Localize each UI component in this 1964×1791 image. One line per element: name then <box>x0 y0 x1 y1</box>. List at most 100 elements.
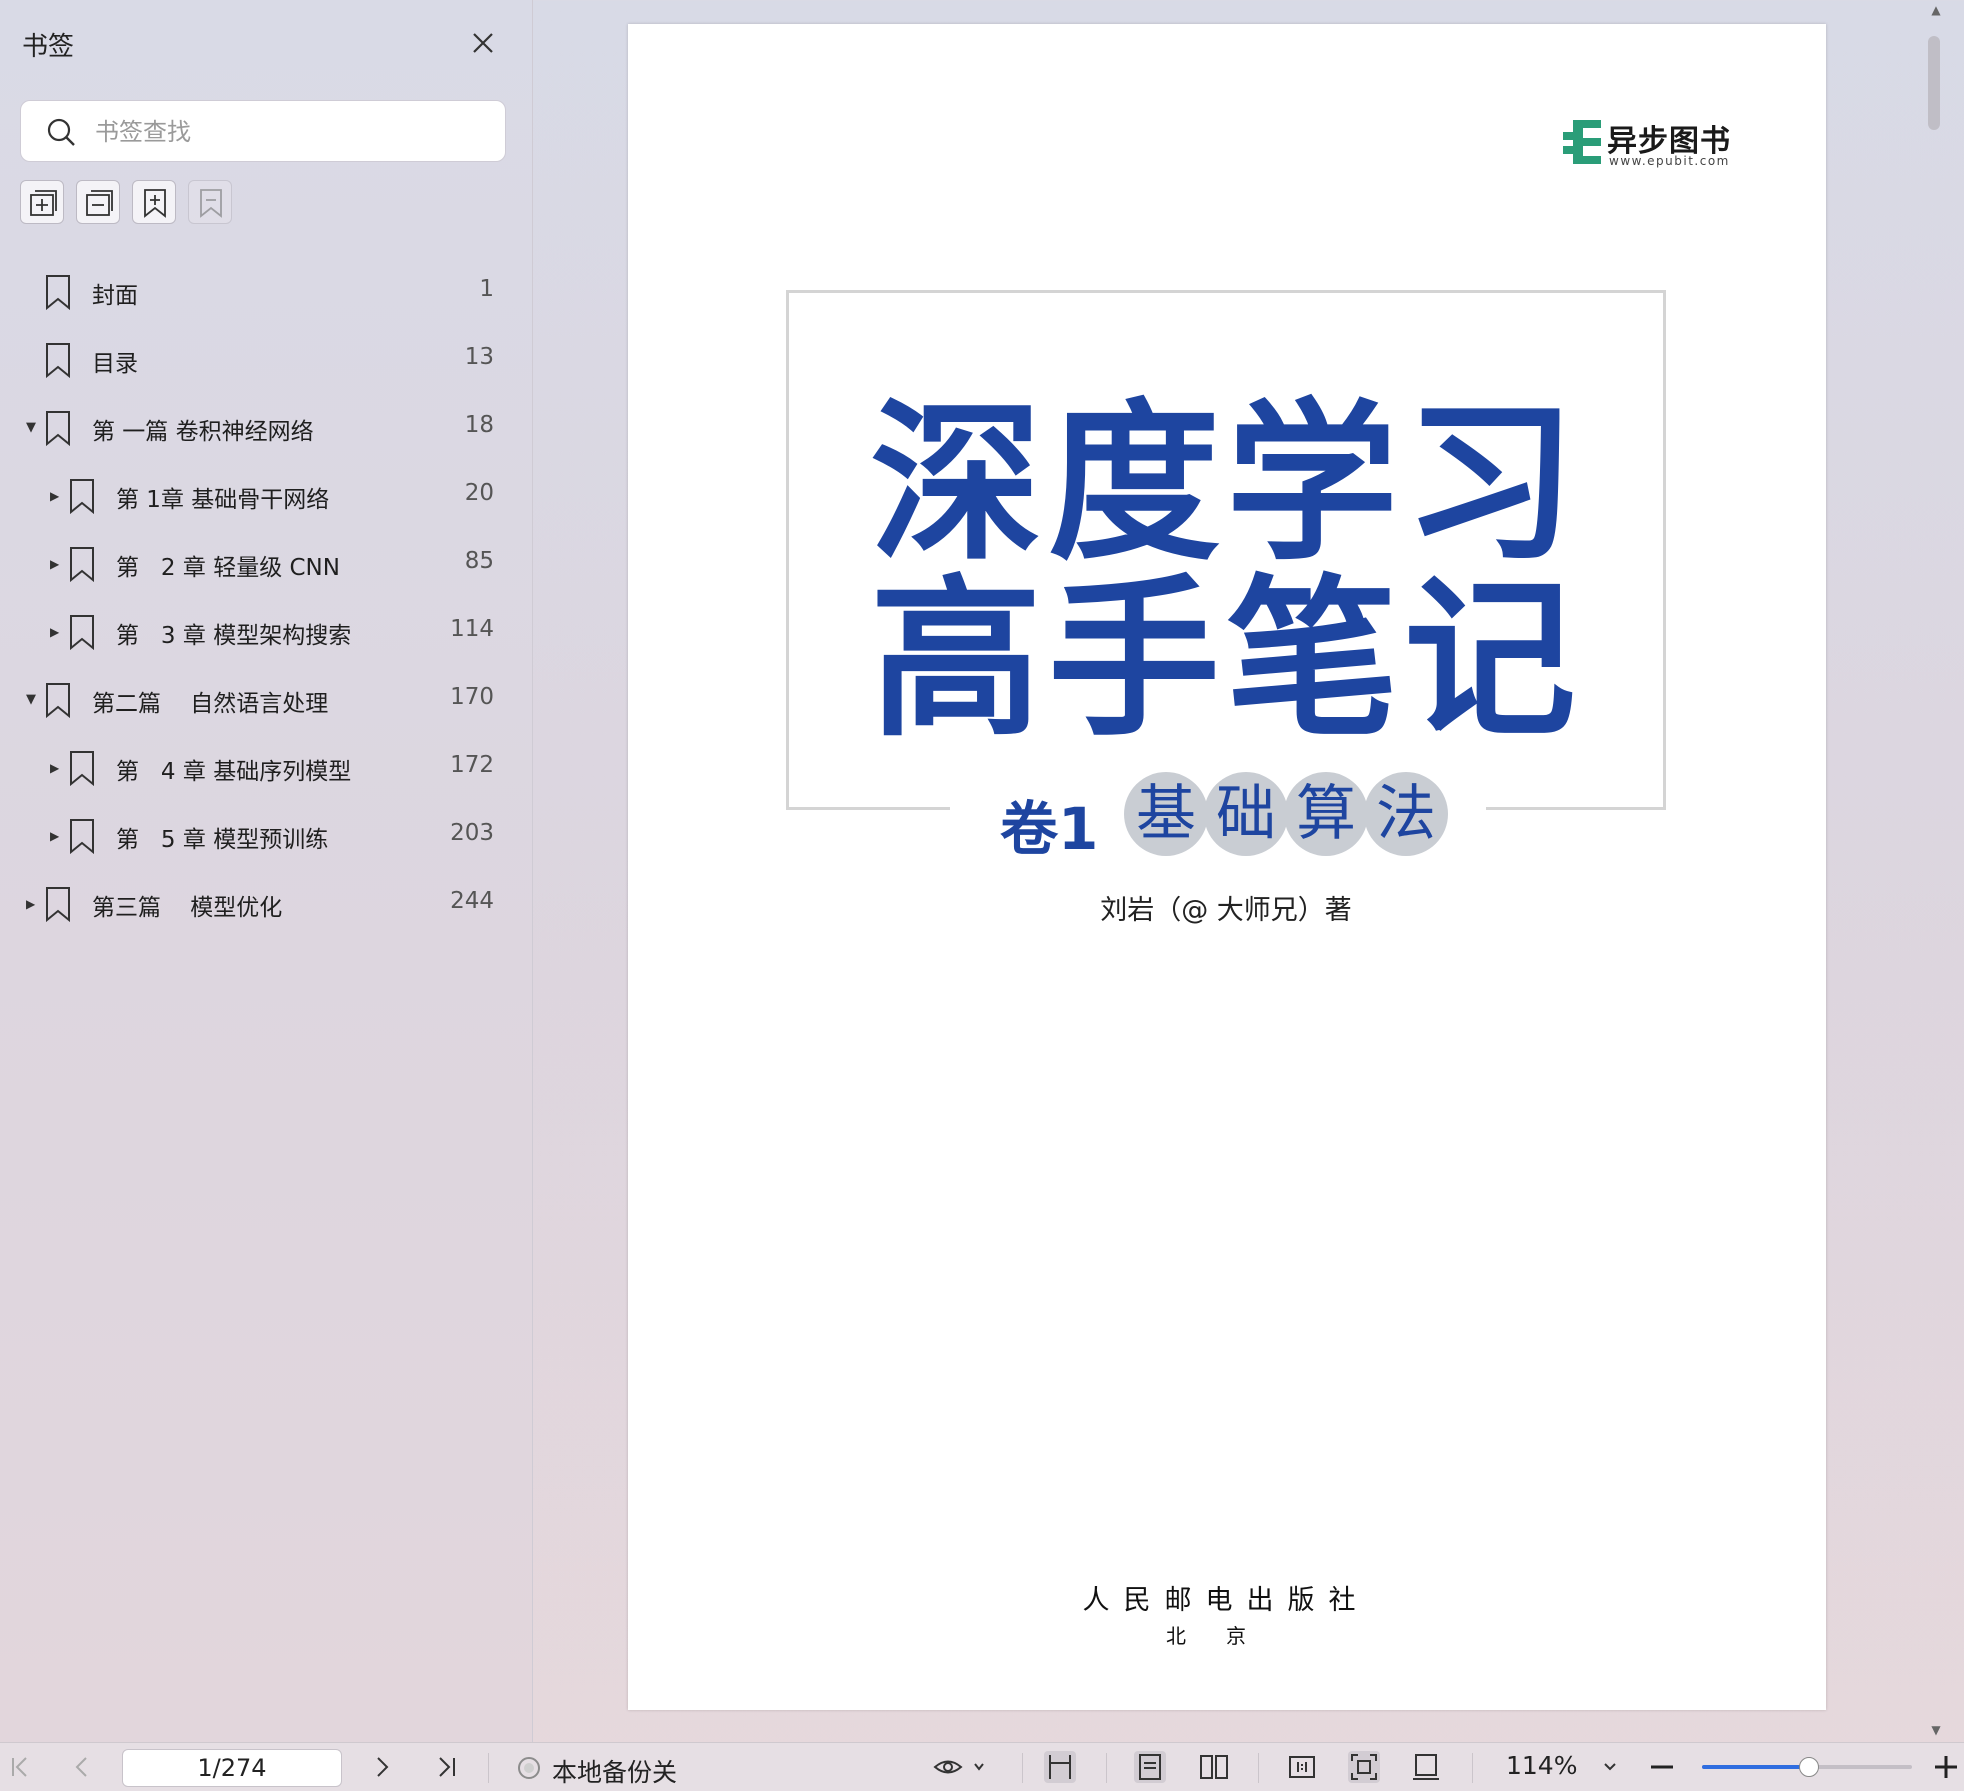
scroll-down-arrow[interactable]: ▼ <box>1926 1720 1946 1740</box>
last-page-icon <box>439 1757 455 1777</box>
bookmark-page-number: 13 <box>464 344 494 370</box>
fit-width-button[interactable] <box>1410 1751 1442 1783</box>
toolbar-separator <box>1472 1753 1473 1783</box>
close-icon <box>473 33 493 53</box>
search-icon <box>47 118 75 146</box>
expand-all-icon <box>30 190 57 216</box>
subtitle-char-4: 法 <box>1364 772 1448 856</box>
remove-bookmark-icon <box>200 189 222 218</box>
bookmark-label: 第 一篇 卷积神经网络 <box>92 419 314 445</box>
chevron-left-icon <box>75 1757 87 1777</box>
collapse-all-icon <box>86 190 113 216</box>
minus-icon <box>1651 1765 1673 1769</box>
toolbar-separator <box>1258 1753 1259 1783</box>
bookmark-icon <box>68 614 96 651</box>
caret-right-icon[interactable]: ▶ <box>50 486 64 506</box>
bookmark-label: 第 5 章 模型预训练 <box>116 827 329 853</box>
bookmark-icon <box>68 546 96 583</box>
continuous-scroll-button[interactable] <box>1044 1751 1076 1783</box>
scroll-up-arrow[interactable]: ▲ <box>1926 0 1946 20</box>
book-publisher: 人民邮电出版社 <box>1082 1585 1370 1616</box>
bookmark-sidebar: 书签 封面 1 目录 13 ▼ 第 一篇 卷积神经网络 18 ▶ 第 1章 基础骨干网络 20 ▶ 第… <box>0 0 533 1742</box>
delete-bookmark-button[interactable] <box>188 180 232 224</box>
volume-label: 卷1 <box>1000 795 1099 863</box>
caret-right-icon[interactable]: ▶ <box>50 622 64 642</box>
bookmark-label: 第二篇 自然语言处理 <box>92 691 329 717</box>
bookmark-search-box <box>20 100 506 162</box>
next-page-button[interactable] <box>366 1751 398 1783</box>
bookmark-label: 目录 <box>92 351 138 377</box>
single-page-button[interactable] <box>1134 1751 1166 1783</box>
bookmark-icon <box>44 410 72 447</box>
zoom-slider-handle[interactable] <box>1799 1757 1820 1777</box>
page-number-input[interactable]: 1/274 <box>122 1749 342 1787</box>
continuous-scroll-icon <box>1049 1755 1071 1779</box>
zoom-slider[interactable] <box>1702 1757 1912 1777</box>
bookmark-item[interactable]: ▶ 第 4 章 基础序列模型 172 <box>0 738 532 798</box>
bookmark-icon <box>44 682 72 719</box>
bookmark-page-number: 172 <box>450 752 494 778</box>
bottom-toolbar: 1/274 本地备份关 114% <box>0 1742 1964 1791</box>
fit-page-button[interactable] <box>1348 1751 1380 1783</box>
zoom-in-button[interactable] <box>1930 1751 1962 1783</box>
bookmark-item[interactable]: ▼ 第 一篇 卷积神经网络 18 <box>0 398 532 458</box>
collapse-all-button[interactable] <box>76 180 120 224</box>
vertical-scrollbar-thumb[interactable] <box>1928 36 1940 130</box>
bookmark-page-number: 114 <box>450 616 494 642</box>
bookmark-item[interactable]: ▶ 第 1章 基础骨干网络 20 <box>0 466 532 526</box>
publisher-logo: 异步图书 www.epubit.com <box>1563 118 1743 172</box>
caret-right-icon[interactable]: ▶ <box>50 758 64 778</box>
bookmark-item[interactable]: 目录 13 <box>0 330 532 390</box>
caret-down-icon[interactable]: ▼ <box>26 418 40 438</box>
expand-all-button[interactable] <box>20 180 64 224</box>
last-page-button[interactable] <box>430 1751 462 1783</box>
bookmark-icon <box>68 478 96 515</box>
zoom-dropdown-button[interactable] <box>1594 1751 1626 1783</box>
zoom-slider-fill <box>1702 1765 1810 1769</box>
eye-comfort-dropdown[interactable] <box>932 1751 988 1783</box>
caret-right-icon[interactable]: ▶ <box>50 554 64 574</box>
book-title-line-1: 深度学习 <box>870 383 1582 584</box>
subtitle-char-1: 基 <box>1124 772 1208 856</box>
fit-page-icon <box>1351 1754 1377 1780</box>
subtitle-char-2: 础 <box>1204 772 1288 856</box>
add-bookmark-button[interactable] <box>132 180 176 224</box>
bookmark-page-number: 85 <box>464 548 494 574</box>
book-author: 刘岩（@ 大师兄）著 <box>1100 895 1352 926</box>
close-sidebar-button[interactable] <box>468 28 498 58</box>
bookmark-label: 第三篇 模型优化 <box>92 895 283 921</box>
bookmark-label: 封面 <box>92 283 138 309</box>
two-page-button[interactable] <box>1198 1751 1230 1783</box>
bookmark-label: 第 4 章 基础序列模型 <box>116 759 352 785</box>
actual-size-icon <box>1289 1756 1315 1778</box>
bookmark-page-number: 170 <box>450 684 494 710</box>
bookmark-label: 第 1章 基础骨干网络 <box>116 487 330 513</box>
zoom-out-button[interactable] <box>1646 1751 1678 1783</box>
bookmark-item[interactable]: ▶ 第三篇 模型优化 244 <box>0 874 532 934</box>
caret-right-icon[interactable]: ▶ <box>26 894 40 914</box>
actual-size-button[interactable] <box>1286 1751 1318 1783</box>
document-page <box>628 24 1826 1710</box>
bookmark-icon <box>44 886 72 923</box>
bookmark-item[interactable]: 封面 1 <box>0 262 532 322</box>
backup-label: 本地备份关 <box>552 1758 678 1787</box>
bookmark-item[interactable]: ▶ 第 5 章 模型预训练 203 <box>0 806 532 866</box>
plus-icon <box>1935 1756 1957 1778</box>
bookmark-search-input[interactable] <box>93 111 497 153</box>
bookmark-icon <box>44 274 72 311</box>
previous-page-button[interactable] <box>66 1751 98 1783</box>
add-bookmark-icon <box>144 189 166 218</box>
bookmark-item[interactable]: ▶ 第 2 章 轻量级 CNN 85 <box>0 534 532 594</box>
caret-right-icon[interactable]: ▶ <box>50 826 64 846</box>
bookmark-icon <box>68 818 96 855</box>
subtitle-char-3: 算 <box>1284 772 1368 856</box>
first-page-button[interactable] <box>4 1751 36 1783</box>
bookmark-item[interactable]: ▼ 第二篇 自然语言处理 170 <box>0 670 532 730</box>
single-page-icon <box>1139 1754 1161 1780</box>
toolbar-separator <box>488 1753 489 1783</box>
zoom-level[interactable]: 114% <box>1506 1751 1577 1780</box>
book-title-line-2: 高手笔记 <box>870 559 1582 760</box>
bookmark-item[interactable]: ▶ 第 3 章 模型架构搜索 114 <box>0 602 532 662</box>
caret-down-icon[interactable]: ▼ <box>26 690 40 710</box>
chevron-down-icon <box>1604 1763 1616 1771</box>
